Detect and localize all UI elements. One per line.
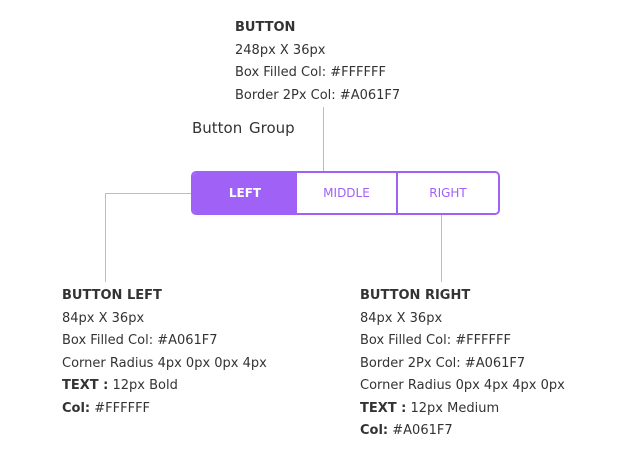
col-spec-label: Col: (62, 400, 91, 416)
top-connector-line (323, 107, 324, 171)
button-right-col-spec: Col: #A061F7 (360, 420, 565, 443)
button-left-radius: Corner Radius 4px 0px 0px 4px (62, 355, 267, 371)
text-spec-value: 12px Bold (108, 378, 178, 393)
button-annotation-title: BUTTON (235, 20, 296, 35)
right-connector-line (441, 215, 442, 282)
button-group: LEFT MIDDLE RIGHT (191, 171, 500, 215)
col-spec-value: #A061F7 (388, 423, 453, 438)
text-spec-label: TEXT : (62, 378, 109, 393)
col-spec-label: Col: (360, 423, 389, 438)
button-left-fill: Box Filled Col: #A061F7 (62, 333, 218, 348)
left-connector-vertical (105, 193, 106, 282)
left-connector-horizontal (105, 193, 191, 194)
button-right-text-spec: TEXT : 12px Medium (360, 398, 565, 421)
button-annotation-fill: Box Filled Col: #FFFFFF (235, 65, 386, 80)
button-group-label: Button Group (192, 119, 295, 137)
button-left-title: BUTTON LEFT (62, 288, 162, 303)
button-annotation-size: 248px X 36px (235, 42, 326, 58)
button-annotation-border: Border 2Px Col: #A061F7 (235, 87, 401, 103)
button-left-text-spec: TEXT : 12px Bold (62, 375, 267, 398)
text-spec-value: 12px Medium (406, 400, 500, 416)
button-right-border: Border 2Px Col: #A061F7 (360, 355, 526, 371)
button-right-size: 84px X 36px (360, 310, 443, 326)
button-left-annotation: BUTTON LEFT 84px X 36px Box Filled Col: … (62, 285, 267, 420)
button-left-size: 84px X 36px (62, 310, 145, 326)
button-right-radius: Corner Radius 0px 4px 4px 0px (360, 378, 565, 393)
button-right-fill: Box Filled Col: #FFFFFF (360, 333, 511, 348)
text-spec-label: TEXT : (360, 400, 407, 416)
button-right-title: BUTTON RIGHT (360, 288, 471, 303)
middle-button[interactable]: MIDDLE (297, 173, 398, 213)
button-annotation: BUTTON 248px X 36px Box Filled Col: #FFF… (235, 17, 400, 107)
left-button[interactable]: LEFT (193, 173, 297, 213)
button-right-annotation: BUTTON RIGHT 84px X 36px Box Filled Col:… (360, 285, 565, 443)
col-spec-value: #FFFFFF (90, 400, 151, 416)
button-left-col-spec: Col: #FFFFFF (62, 398, 267, 421)
right-button[interactable]: RIGHT (398, 173, 498, 213)
